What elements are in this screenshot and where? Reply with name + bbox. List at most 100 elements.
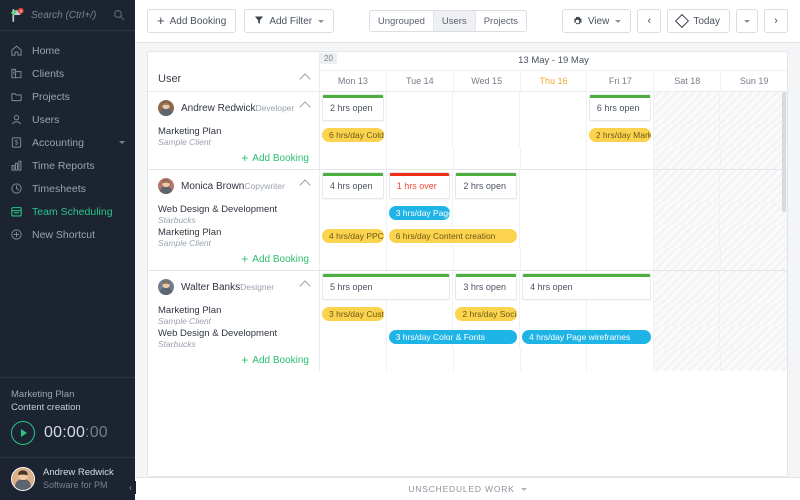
user-info-cell[interactable]: Walter BanksDesigner <box>148 271 320 303</box>
sidebar-search-bar[interactable]: 9 Search (Ctrl+/) <box>0 0 135 31</box>
add-booking-button[interactable]: + Add Booking <box>241 253 309 265</box>
day-cell-1[interactable] <box>387 303 454 326</box>
day-cell-1[interactable] <box>387 147 454 169</box>
group-option-ungrouped[interactable]: Ungrouped <box>369 11 434 31</box>
day-cell-3[interactable] <box>520 271 587 303</box>
chevron-down-icon[interactable] <box>119 141 125 144</box>
project-info-cell[interactable]: Web Design & Development Starbucks <box>148 326 320 349</box>
day-cell-2[interactable] <box>453 202 521 225</box>
day-cell-6[interactable] <box>720 124 787 147</box>
day-cell-4[interactable] <box>587 271 654 303</box>
day-cell-0[interactable] <box>320 225 387 248</box>
day-cell-4[interactable] <box>587 92 654 124</box>
day-header-0[interactable]: Mon 13 <box>320 71 387 91</box>
day-cell-2[interactable] <box>453 303 521 326</box>
day-cell-1[interactable] <box>387 170 454 202</box>
day-cell-4[interactable] <box>587 147 655 169</box>
group-option-projects[interactable]: Projects <box>475 11 527 31</box>
day-cell-6[interactable] <box>720 202 787 225</box>
day-header-2[interactable]: Wed 15 <box>454 71 521 91</box>
day-cell-1[interactable] <box>387 248 454 270</box>
project-info-cell[interactable]: Marketing Plan Sample Client <box>148 225 320 248</box>
day-cell-3[interactable] <box>520 92 587 124</box>
unscheduled-work-bar[interactable]: UNSCHEDULED WORK <box>135 477 800 500</box>
day-cell-0[interactable] <box>320 124 387 147</box>
day-cell-5[interactable] <box>653 124 721 147</box>
sidebar-item-home[interactable]: Home <box>0 39 135 62</box>
add-booking-cell[interactable]: + Add Booking <box>148 147 320 169</box>
day-cell-4[interactable] <box>587 326 654 349</box>
vertical-scrollbar[interactable] <box>782 92 786 474</box>
search-input[interactable]: Search (Ctrl+/) <box>31 10 107 21</box>
day-header-3[interactable]: Thu 16 <box>521 71 588 91</box>
day-cell-5[interactable] <box>653 225 721 248</box>
day-cell-2[interactable] <box>454 147 521 169</box>
day-cell-2[interactable] <box>453 92 521 124</box>
day-header-4[interactable]: Fri 17 <box>587 71 655 91</box>
day-header-6[interactable]: Sun 19 <box>721 71 787 91</box>
add-booking-button[interactable]: + Add Booking <box>147 9 237 33</box>
sidebar-item-timesheets[interactable]: Timesheets <box>0 177 135 200</box>
day-cell-0[interactable] <box>320 248 387 270</box>
day-cell-6[interactable] <box>721 349 787 371</box>
day-cell-1[interactable] <box>387 225 454 248</box>
day-cell-6[interactable] <box>720 170 787 202</box>
chevron-up-icon[interactable] <box>299 280 311 292</box>
scrollbar-thumb[interactable] <box>782 92 786 212</box>
day-cell-5[interactable] <box>654 147 722 169</box>
group-option-users[interactable]: Users <box>433 11 476 31</box>
today-button[interactable]: Today <box>667 9 730 33</box>
day-cell-5[interactable] <box>653 92 721 124</box>
day-cell-0[interactable] <box>320 271 387 303</box>
sidebar-item-new-shortcut[interactable]: New Shortcut <box>0 223 135 246</box>
day-cell-5[interactable] <box>653 326 721 349</box>
sidebar-collapse-button[interactable]: ‹ <box>125 481 136 494</box>
add-booking-cell[interactable]: + Add Booking <box>148 349 320 371</box>
day-cell-5[interactable] <box>653 271 721 303</box>
day-cell-1[interactable] <box>387 326 454 349</box>
day-cell-2[interactable] <box>453 225 521 248</box>
day-cell-3[interactable] <box>520 225 587 248</box>
day-cell-2[interactable] <box>453 124 521 147</box>
sidebar-item-team-scheduling[interactable]: Team Scheduling <box>0 200 135 223</box>
day-cell-1[interactable] <box>387 271 454 303</box>
project-info-cell[interactable]: Marketing Plan Sample Client <box>148 124 320 147</box>
day-cell-0[interactable] <box>320 349 387 371</box>
day-cell-0[interactable] <box>320 92 387 124</box>
day-cell-5[interactable] <box>653 202 721 225</box>
add-booking-button[interactable]: + Add Booking <box>241 354 309 366</box>
search-icon[interactable] <box>113 9 125 21</box>
user-info-cell[interactable]: Monica BrownCopywriter <box>148 170 320 202</box>
day-cell-4[interactable] <box>587 349 655 371</box>
day-cell-1[interactable] <box>387 202 454 225</box>
sidebar-item-clients[interactable]: Clients <box>0 62 135 85</box>
day-cell-2[interactable] <box>453 170 521 202</box>
prev-period-button[interactable]: ‹ <box>637 9 662 33</box>
day-cell-3[interactable] <box>521 147 588 169</box>
project-info-cell[interactable]: Web Design & Development Starbucks <box>148 202 320 225</box>
day-cell-4[interactable] <box>587 170 654 202</box>
day-cell-5[interactable] <box>654 349 722 371</box>
day-cell-4[interactable] <box>587 225 654 248</box>
period-dropdown-button[interactable] <box>736 9 758 33</box>
day-cell-6[interactable] <box>721 248 787 270</box>
user-info-cell[interactable]: Andrew RedwickDeveloper <box>148 92 320 124</box>
day-cell-0[interactable] <box>320 202 387 225</box>
day-cell-1[interactable] <box>387 349 454 371</box>
day-cell-6[interactable] <box>720 92 787 124</box>
day-cell-2[interactable] <box>454 349 521 371</box>
day-cell-5[interactable] <box>654 248 722 270</box>
add-filter-button[interactable]: Add Filter <box>244 9 335 33</box>
day-cell-5[interactable] <box>653 170 721 202</box>
day-cell-1[interactable] <box>387 124 454 147</box>
next-period-button[interactable]: › <box>764 9 788 33</box>
day-cell-6[interactable] <box>721 147 787 169</box>
day-cell-2[interactable] <box>453 326 521 349</box>
day-cell-5[interactable] <box>653 303 721 326</box>
add-booking-button[interactable]: + Add Booking <box>241 152 309 164</box>
day-cell-3[interactable] <box>520 170 587 202</box>
day-cell-3[interactable] <box>520 202 587 225</box>
day-cell-0[interactable] <box>320 303 387 326</box>
day-cell-4[interactable] <box>587 248 655 270</box>
day-cell-4[interactable] <box>587 303 654 326</box>
